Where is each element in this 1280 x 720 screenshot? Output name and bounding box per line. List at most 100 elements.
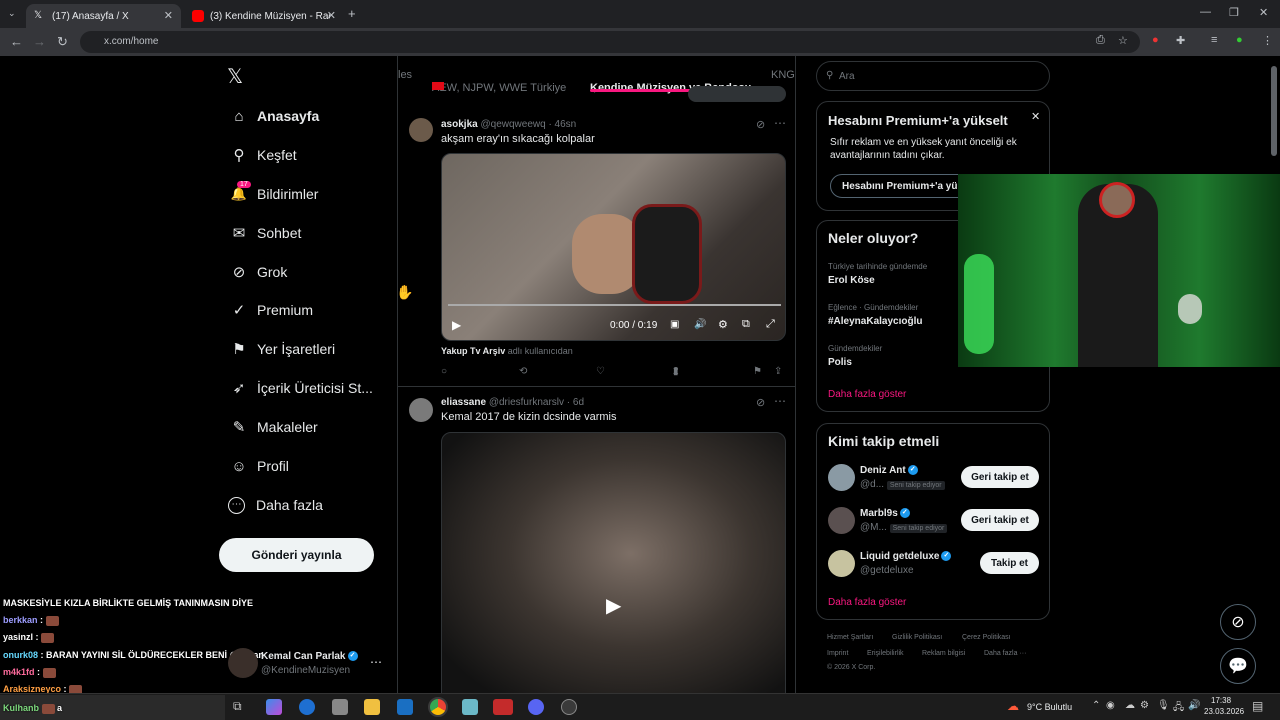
settings-icon[interactable]: ⚙ — [1140, 700, 1149, 711]
url-input[interactable]: x.com/home — [80, 31, 1140, 53]
follow-name[interactable]: Liquid getdeluxe ✓ — [860, 551, 952, 562]
avatar[interactable] — [828, 550, 855, 577]
footer-link[interactable]: Imprint — [827, 650, 848, 657]
new-tab-button[interactable]: + — [348, 6, 356, 21]
avatar[interactable] — [828, 507, 855, 534]
store-icon[interactable] — [332, 699, 348, 715]
media-icon[interactable]: ≡ — [1211, 34, 1217, 46]
reload-icon[interactable]: ↻ — [57, 34, 68, 50]
clock-time[interactable]: 17:38 — [1211, 696, 1231, 705]
footer-link[interactable]: Erişilebilirlik — [867, 650, 904, 657]
window-close-icon[interactable]: ✕ — [1259, 6, 1268, 19]
nav-item-bookmarks[interactable]: ⚑ Yer İşaretleri — [228, 337, 335, 361]
play-icon[interactable]: ▶ — [606, 593, 621, 618]
tweet-video[interactable]: ▶ 0:00 / 0:19 ▣ 🔊 ⚙ ⧉ ⤢ — [441, 153, 786, 341]
trend-item[interactable]: Erol Köse — [828, 275, 875, 286]
avatar[interactable] — [228, 648, 258, 678]
profile-name[interactable]: Kemal Can Parlak ✓ — [261, 651, 358, 662]
nav-item-notifications[interactable]: 🔔 17 Bildirimler — [228, 181, 318, 206]
footer-link[interactable]: Reklam bilgisi — [922, 650, 965, 657]
fullscreen-icon[interactable]: ⤢ — [766, 318, 775, 331]
task-view-icon[interactable]: ⧉ — [233, 699, 242, 714]
weather-text[interactable]: 9°C Bulutlu — [1027, 702, 1072, 712]
pip-icon[interactable]: ⧉ — [742, 318, 750, 331]
nav-item-grok[interactable]: ⊘ Grok — [228, 260, 288, 284]
footer-link[interactable]: Gizlilik Politikası — [892, 634, 942, 641]
video-source[interactable]: Yakup Tv Arşiv adlı kullanıcıdan — [441, 346, 573, 356]
voicemeeter-icon[interactable] — [493, 699, 513, 715]
browser-menu-icon[interactable]: ⋮ — [1262, 34, 1273, 47]
share-icon[interactable]: ⇪ — [774, 366, 782, 377]
notification-icon[interactable]: ▤ — [1252, 699, 1263, 713]
follow-name[interactable]: Deniz Ant ✓ — [860, 465, 918, 476]
profile-avatar-icon[interactable]: ● — [1236, 34, 1243, 46]
tray-chevron-icon[interactable]: ⌃ — [1092, 700, 1100, 711]
outlook-icon[interactable] — [397, 699, 413, 715]
play-icon[interactable]: ▶ — [452, 318, 461, 332]
grok-icon[interactable]: ⊘ — [756, 396, 765, 409]
nav-item-explore[interactable]: ⚲ Keşfet — [228, 143, 297, 167]
minimize-icon[interactable]: — — [1200, 6, 1211, 18]
footer-link[interactable]: Daha fazla ··· — [984, 650, 1026, 657]
footer-link[interactable]: Hizmet Şartları — [827, 634, 873, 641]
like-icon[interactable]: ♡ — [596, 366, 605, 377]
tweet[interactable]: eliassane @driesfurknarslv · 6d ⊘ ⋯ Kema… — [398, 388, 795, 693]
discord-icon[interactable] — [528, 699, 544, 715]
follow-button[interactable]: Takip et — [980, 552, 1039, 574]
tweet-video[interactable]: ▶ — [441, 432, 786, 693]
footer-link[interactable]: Çerez Politikası — [962, 634, 1011, 641]
tweet[interactable]: asokjka @qewqweewq · 46sn ⊘ ⋯ akşam eray… — [398, 106, 795, 387]
tab-youtube[interactable]: (3) Kendine Müzisyen - Raedme ✕ — [184, 4, 344, 28]
tab-lists[interactable]: les — [398, 69, 412, 81]
x-logo-icon[interactable]: 𝕏 — [227, 64, 243, 89]
steam-icon[interactable]: ◉ — [1106, 700, 1115, 711]
close-icon[interactable]: ✕ — [327, 9, 336, 22]
close-icon[interactable]: ✕ — [1031, 110, 1040, 123]
post-button[interactable]: Gönderi yayınla — [219, 538, 374, 572]
nav-item-more[interactable]: ⋯ Daha fazla — [228, 493, 323, 517]
tweet-author[interactable]: eliassane @driesfurknarslv · 6d — [441, 397, 584, 408]
install-icon[interactable]: ⎙ — [1096, 34, 1105, 47]
more-options-icon[interactable]: ⋯ — [774, 116, 786, 130]
edge-icon[interactable] — [299, 699, 315, 715]
bookmark-star-icon[interactable]: ☆ — [1118, 34, 1128, 47]
copilot-icon[interactable] — [266, 699, 282, 715]
follow-show-more[interactable]: Daha fazla göster — [828, 597, 906, 608]
nav-item-creator-studio[interactable]: ➶ İçerik Üreticisi St... — [228, 376, 373, 400]
more-options-icon[interactable]: ⋯ — [774, 394, 786, 408]
avatar[interactable] — [409, 398, 433, 422]
retweet-icon[interactable]: ⟲ — [519, 366, 527, 377]
clock-date[interactable]: 23.03.2026 — [1204, 707, 1244, 716]
avatar[interactable] — [409, 118, 433, 142]
chrome-icon[interactable] — [428, 697, 448, 717]
volume-icon[interactable]: 🔊 — [1188, 700, 1200, 711]
network-icon[interactable]: 🖧 — [1173, 700, 1184, 717]
back-icon[interactable]: ← — [10, 34, 23, 49]
grok-icon[interactable]: ⊘ — [756, 118, 765, 131]
bookmark-icon[interactable]: ⚑ — [753, 366, 762, 377]
follow-back-button[interactable]: Geri takip et — [961, 466, 1039, 488]
close-icon[interactable]: ✕ — [164, 9, 173, 22]
cloud-icon[interactable]: ☁ — [1125, 700, 1135, 711]
trends-show-more[interactable]: Daha fazla göster — [828, 389, 906, 400]
grok-fab[interactable]: ⊘ — [1220, 604, 1256, 640]
nav-item-profile[interactable]: ☺ Profil — [228, 454, 289, 478]
nav-item-premium[interactable]: ✓ Premium — [228, 298, 313, 322]
more-options-icon[interactable]: ⋯ — [370, 655, 382, 669]
tweet-author[interactable]: asokjka @qewqweewq · 46sn — [441, 119, 576, 130]
messages-fab[interactable]: 💬 — [1220, 648, 1256, 684]
extensions-puzzle-icon[interactable]: ✚ — [1176, 34, 1185, 47]
tab-x-home[interactable]: 𝕏 (17) Anasayfa / X ✕ — [26, 4, 181, 28]
nav-item-home[interactable]: ⌂ Anasayfa — [228, 104, 319, 128]
search-input[interactable]: ⚲ Ara — [816, 61, 1050, 91]
volume-icon[interactable]: 🔊 — [694, 319, 706, 330]
avatar[interactable] — [828, 464, 855, 491]
notepad-icon[interactable] — [462, 699, 478, 715]
settings-icon[interactable]: ⚙ — [718, 318, 728, 331]
trend-item[interactable]: Polis — [828, 357, 852, 368]
extension-icon[interactable]: ● — [1152, 34, 1159, 46]
follow-back-button[interactable]: Geri takip et — [961, 509, 1039, 531]
trend-item[interactable]: #AleynaKalaycıoğlu — [828, 316, 922, 327]
reply-icon[interactable]: ○ — [441, 366, 447, 377]
forward-icon[interactable]: → — [33, 34, 46, 49]
